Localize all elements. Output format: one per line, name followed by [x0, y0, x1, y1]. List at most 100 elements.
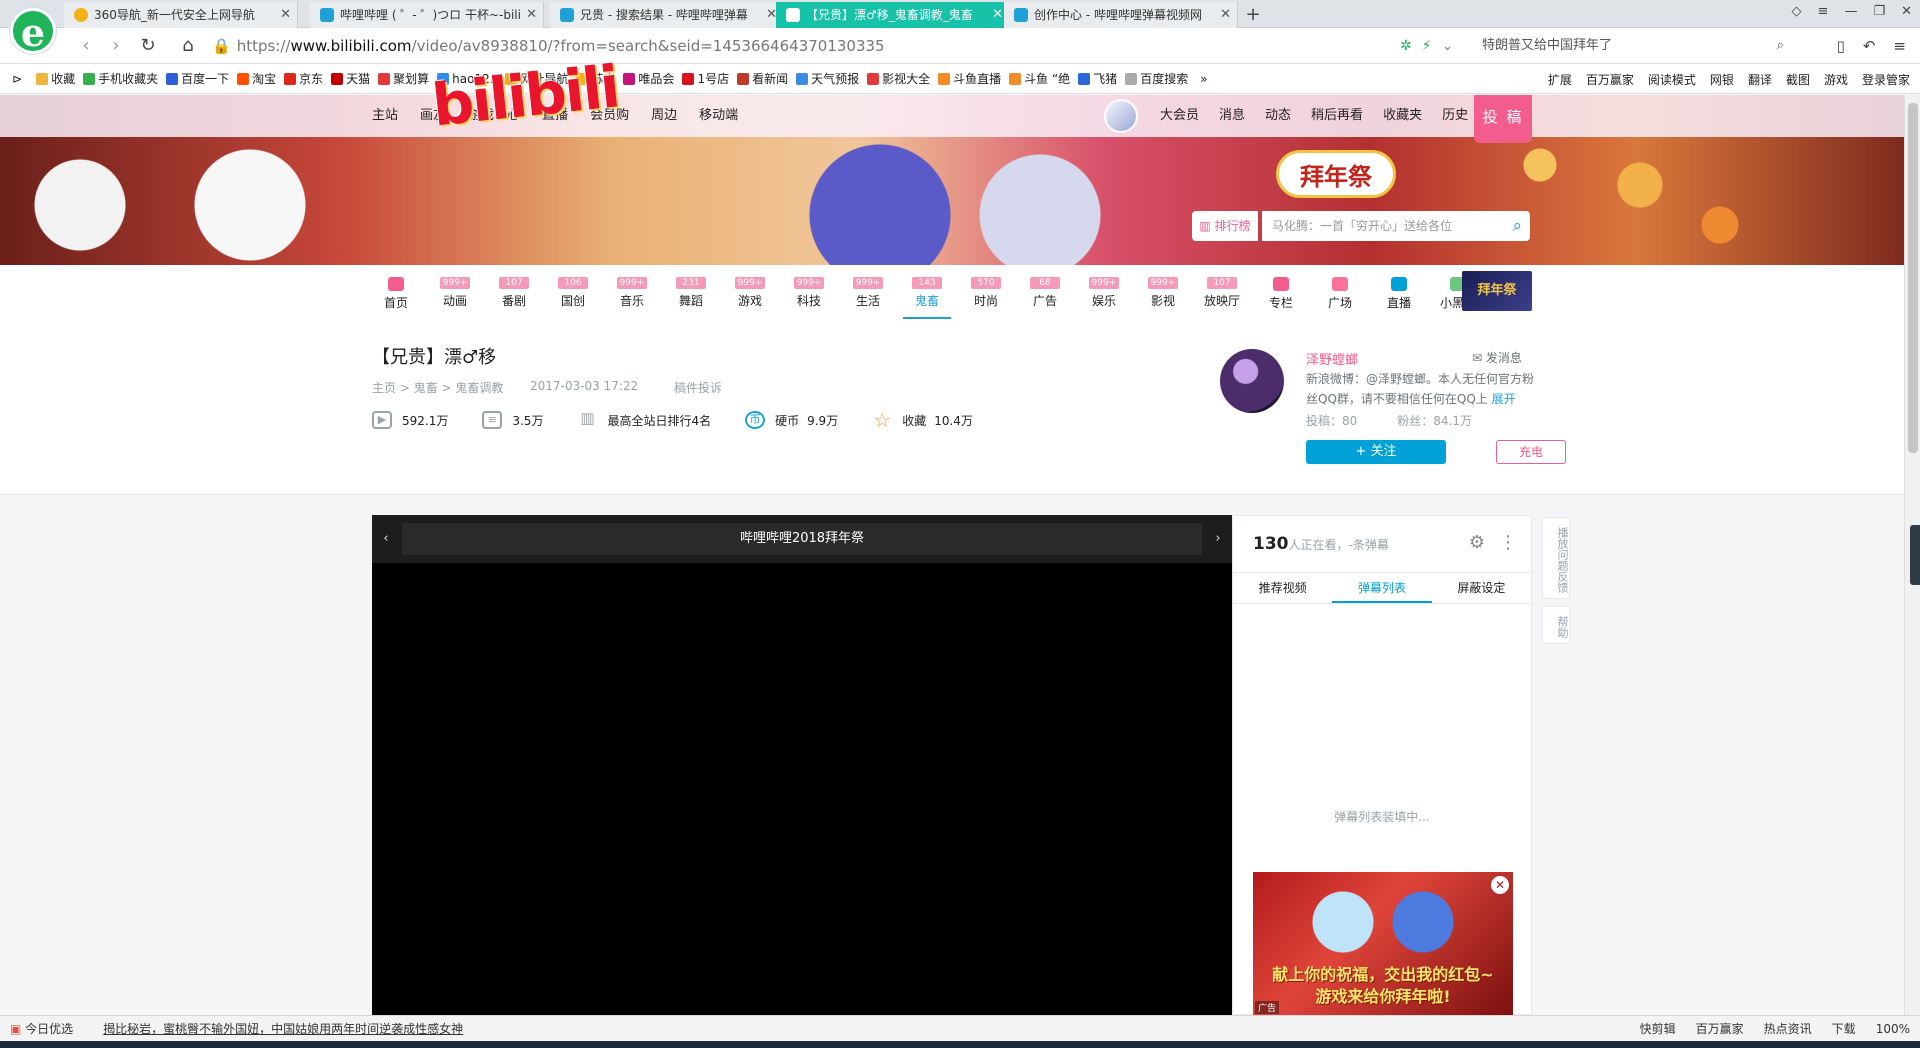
category-item[interactable]: 999+ 娱乐 [1080, 277, 1128, 309]
complain-link[interactable]: 稿件投诉 [674, 379, 722, 396]
bookmark-tool[interactable]: 百万赢家 [1586, 71, 1634, 88]
news-ticker[interactable]: 揭比秘岩，蜜桃臀不输外国妞，中国姑娘用两年时间逆袭成性感女神 [103, 1016, 463, 1042]
player-banner-title[interactable]: 哔哩哔哩2018拜年祭 [402, 523, 1202, 555]
bookmark-item[interactable]: 收藏 [36, 70, 75, 87]
bookmark-tool[interactable]: 登录管家 [1862, 71, 1910, 88]
bookmark-tool[interactable]: 翻译 [1748, 71, 1772, 88]
edge-handle[interactable] [1910, 525, 1920, 585]
bookmark-item[interactable]: 唯品会 [623, 70, 674, 87]
category-item[interactable]: 999+ 动画 [431, 277, 479, 309]
category-item[interactable]: 999+ 科技 [785, 277, 833, 309]
bookmark-item[interactable]: 飞猪 [1078, 70, 1117, 87]
category-item[interactable]: 68 广告 [1021, 277, 1069, 309]
bookmarks-toggle-icon[interactable]: ⊳ [12, 72, 22, 86]
help-button[interactable]: 帮助 [1542, 606, 1570, 644]
uploader-avatar[interactable] [1220, 349, 1284, 413]
category-item[interactable]: 106 国创 [549, 277, 597, 309]
statusbar-item[interactable]: 百万赢家 [1696, 1016, 1744, 1042]
category-item[interactable]: 首页 [372, 277, 420, 311]
ad-banner[interactable]: 献上你的祝福，交出我的红包~ 游戏来给你拜年啦! ✕ 广告 [1253, 872, 1513, 1016]
topnav-item[interactable]: 大会员 [1160, 95, 1199, 137]
more-bookmarks-icon[interactable]: » [1200, 72, 1207, 86]
new-tab-button[interactable]: + [1240, 2, 1266, 28]
expand-link[interactable]: 展开 [1492, 392, 1516, 406]
dropdown-icon[interactable]: ⌄ [1442, 34, 1454, 58]
crumb-home[interactable]: 主页 [372, 381, 396, 395]
back-icon[interactable]: ‹ [74, 34, 98, 58]
browser-tab-creator[interactable]: 创作中心 - 哔哩哔哩弹幕视频网 ✕ [1004, 2, 1238, 28]
home-icon[interactable]: ⌂ [176, 34, 200, 58]
statusbar-item[interactable]: 快剪辑 [1640, 1016, 1676, 1042]
danmaku-tab[interactable]: 推荐视频 [1233, 573, 1332, 603]
menu-icon[interactable]: ≡ [1893, 34, 1906, 58]
minimize-icon[interactable]: — [1844, 4, 1857, 19]
topnav-item[interactable]: 收藏夹 [1383, 95, 1422, 137]
tab-close-icon[interactable]: ✕ [526, 2, 537, 28]
reload-icon[interactable]: ↻ [136, 34, 160, 58]
upload-button[interactable]: 投 稿 [1474, 95, 1532, 143]
bookmark-item[interactable]: 百度搜索 [1125, 70, 1188, 87]
uploader-name[interactable]: 泽野螳螂 [1306, 349, 1358, 368]
bookmark-item[interactable]: 百度一下 [166, 70, 229, 87]
crumb-subcategory[interactable]: 鬼畜调教 [455, 381, 503, 395]
undo-icon[interactable]: ↶ [1863, 34, 1876, 58]
bookmark-tool[interactable]: 扩展 [1548, 71, 1572, 88]
topnav-item[interactable]: 历史 [1442, 95, 1468, 137]
category-item[interactable]: 570 时尚 [962, 277, 1010, 309]
browser-tab-360[interactable]: 360导航_新一代安全上网导航 ✕ [64, 2, 298, 28]
prev-icon[interactable]: ‹ [376, 529, 396, 549]
statusbar-item[interactable]: 热点资讯 [1764, 1016, 1812, 1042]
scrollbar-thumb[interactable] [1908, 103, 1918, 453]
close-window-icon[interactable]: ✕ [1901, 4, 1912, 19]
browser-tab-bilibili-home[interactable]: 哔哩哔哩 ( ゜- ゜)つロ 干杯~-bili ✕ [310, 2, 544, 28]
search-icon[interactable]: ⌕ [1512, 211, 1522, 241]
browser-search-input[interactable]: 特朗普又给中国拜年了 ⌕ [1468, 34, 1790, 58]
browser-logo-icon[interactable]: e [10, 8, 56, 55]
bookmark-item[interactable]: 手机收藏夹 [83, 70, 158, 87]
category-item[interactable]: 999+ 音乐 [608, 277, 656, 309]
topnav-item[interactable]: 移动端 [699, 95, 738, 137]
close-icon[interactable]: ✕ [1491, 876, 1509, 894]
category-item[interactable]: 999+ 生活 [844, 277, 892, 309]
topnav-item[interactable]: 周边 [651, 95, 677, 137]
bookmark-tool[interactable]: 游戏 [1824, 71, 1848, 88]
category-item[interactable]: 999+ 影视 [1139, 277, 1187, 309]
bookmark-item[interactable]: 影视大全 [867, 70, 930, 87]
festival-logo[interactable]: 拜年祭 [1276, 150, 1396, 198]
category-item[interactable]: 107 番剧 [490, 277, 538, 309]
charge-button[interactable]: 充电 [1496, 440, 1566, 464]
favs-stat[interactable]: ☆ 收藏 10.4万 [872, 410, 973, 430]
gear-icon[interactable]: ⚙ [1469, 532, 1485, 553]
bookmark-item[interactable]: 天猫 [331, 70, 370, 87]
category-item[interactable]: 999+ 游戏 [726, 277, 774, 309]
browser-tab-search[interactable]: 兄贵 - 搜索结果 - 哔哩哔哩弹幕 ✕ [550, 2, 784, 28]
bookmark-item[interactable]: 1号店 [682, 70, 729, 87]
bookmark-item[interactable]: 斗鱼直播 [938, 70, 1001, 87]
topnav-item[interactable]: 主站 [372, 95, 398, 137]
user-avatar[interactable] [1104, 99, 1138, 133]
player-feedback-button[interactable]: 播放问题反馈 [1542, 517, 1570, 599]
search-icon[interactable]: ⌕ [1777, 34, 1784, 58]
url-field[interactable]: 🔒 https://www.bilibili.com/video/av893881… [212, 34, 1402, 58]
speed-icon[interactable]: ⚡ [1422, 34, 1432, 58]
coins-stat[interactable]: 币硬币 9.9万 [745, 411, 838, 429]
bookmark-item[interactable]: 天气预报 [796, 70, 859, 87]
category-item[interactable]: 143 鬼畜 [903, 277, 951, 319]
danmaku-tab[interactable]: 弹幕列表 [1332, 573, 1432, 603]
danmaku-tab[interactable]: 屏蔽设定 [1432, 573, 1531, 603]
statusbar-item[interactable]: 100% [1876, 1016, 1910, 1042]
rank-button[interactable]: ▥ 排行榜 [1192, 211, 1258, 241]
category-item[interactable]: 直播 [1375, 277, 1423, 311]
bookmark-tool[interactable]: 网银 [1710, 71, 1734, 88]
category-item[interactable]: 广场 [1316, 277, 1364, 311]
bookmark-item[interactable]: 淘宝 [237, 70, 276, 87]
bookmark-tool[interactable]: 阅读模式 [1648, 71, 1696, 88]
site-search-input[interactable]: 马化腾：一首「穷开心」送给各位 ⌕ [1262, 211, 1530, 241]
tab-close-icon[interactable]: ✕ [992, 2, 1003, 28]
menu-icon[interactable]: ≡ [1818, 4, 1829, 19]
restore-icon[interactable]: ❐ [1873, 4, 1885, 19]
bookmark-tool[interactable]: 截图 [1786, 71, 1810, 88]
more-icon[interactable]: ⋮ [1499, 532, 1517, 553]
category-item[interactable]: 231 舞蹈 [667, 277, 715, 309]
crumb-category[interactable]: 鬼畜 [414, 381, 438, 395]
